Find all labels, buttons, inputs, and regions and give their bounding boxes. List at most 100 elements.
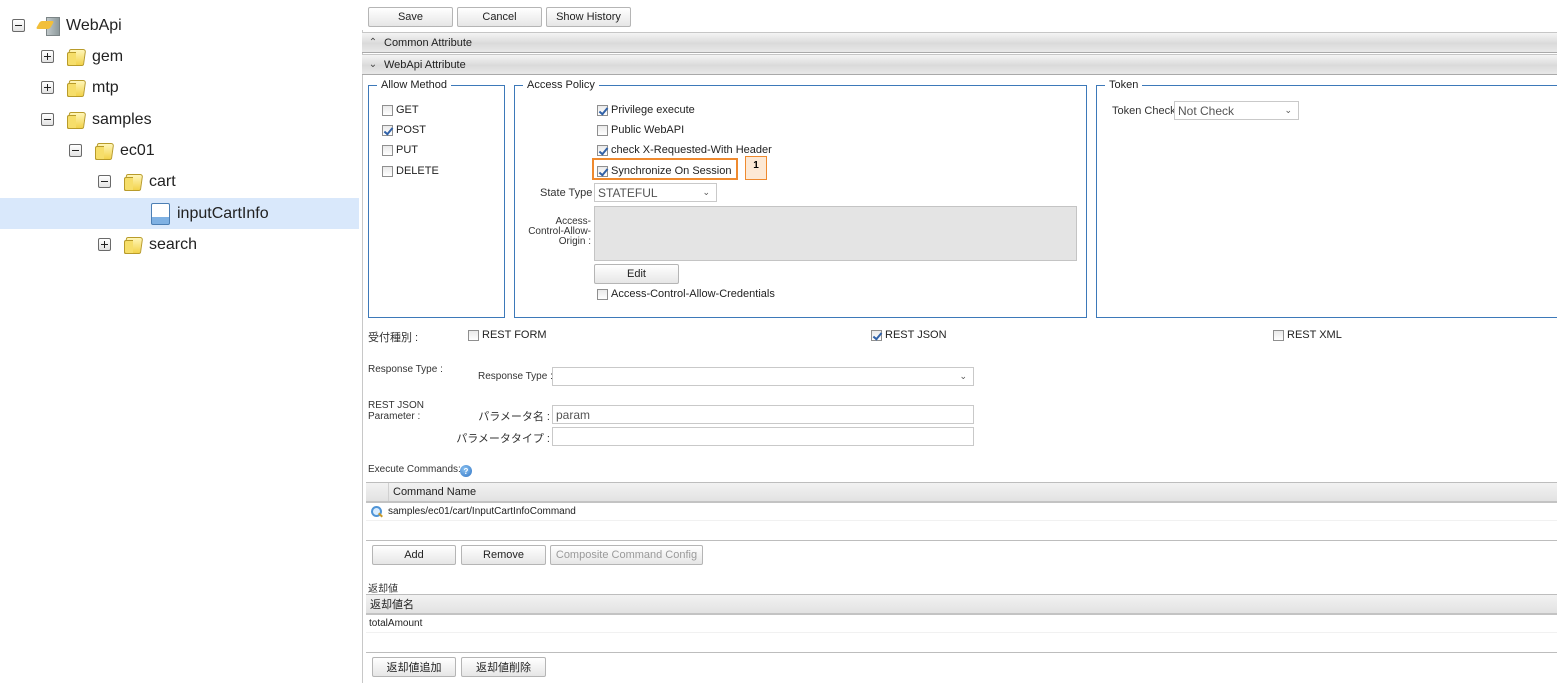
checkbox-box[interactable] [468,329,479,341]
put-checkbox[interactable]: PUT [382,144,418,156]
checkbox-box[interactable] [597,124,608,136]
access-policy-fieldset: Access Policy Privilege execute Public W… [514,79,1087,318]
return-value-name-cell: totalAmount [369,618,423,629]
tree-node-search[interactable]: search [98,229,197,260]
tree-node-mtp[interactable]: mtp [41,72,119,103]
folder-icon [124,236,144,254]
label-line: Parameter : [368,411,421,422]
tree-node-label: samples [92,110,152,128]
allow-credentials-checkbox[interactable]: Access-Control-Allow-Credentials [597,288,775,300]
response-type-select[interactable]: ⌄ [552,367,974,386]
tree-node-webapi[interactable]: WebApi [12,10,122,41]
remove-command-button[interactable]: Remove [461,545,546,565]
check-x-requested-with-checkbox[interactable]: check X-Requested-With Header [597,144,772,156]
remove-return-value-button[interactable]: 返却値削除 [461,657,546,677]
token-check-label: Token Check : [1112,105,1182,117]
checkbox-box[interactable] [871,329,882,341]
tree-node-gem[interactable]: gem [41,41,123,72]
access-control-allow-origin-field[interactable] [594,206,1077,261]
collapse-icon[interactable] [41,113,54,126]
rest-xml-checkbox[interactable]: REST XML [1273,329,1342,341]
folder-icon [67,79,87,97]
composite-command-config-button[interactable]: Composite Command Config [550,545,703,565]
checkbox-label: Access-Control-Allow-Credentials [611,288,775,300]
collapse-icon[interactable] [98,175,111,188]
webapi-detail-panel: Save Cancel Show History ⌃ Common Attrib… [362,0,1557,697]
help-icon[interactable]: ? [460,465,472,477]
post-checkbox[interactable]: POST [382,124,426,136]
rest-form-checkbox[interactable]: REST FORM [468,329,547,341]
rest-json-parameter-label: REST JSON Parameter : [368,400,424,422]
webapi-tree: WebApi gem mtp samples ec01 cart inputCa… [0,0,360,697]
public-webapi-checkbox[interactable]: Public WebAPI [597,124,684,136]
checkbox-label: Public WebAPI [611,124,685,136]
file-icon [151,202,170,225]
checkbox-box[interactable] [597,104,608,116]
expand-icon[interactable] [41,50,54,63]
add-return-value-button[interactable]: 返却値追加 [372,657,456,677]
tree-node-label: inputCartInfo [177,204,269,222]
param-name-input[interactable]: param [552,405,974,424]
edit-button[interactable]: Edit [594,264,679,284]
grid-header-spacer [366,483,389,501]
checkbox-box[interactable] [1273,329,1284,341]
table-row[interactable]: samples/ec01/cart/InputCartInfoCommand [366,503,1557,521]
fieldset-legend: Allow Method [377,79,452,92]
folder-open-icon [95,142,115,160]
checkbox-box[interactable] [382,124,393,136]
panel-left-border [362,30,363,683]
cancel-button[interactable]: Cancel [457,7,542,27]
privilege-execute-checkbox[interactable]: Privilege execute [597,104,695,116]
annotation-badge: 1 [745,156,767,180]
tree-node-label: search [149,235,198,253]
common-attribute-header[interactable]: ⌃ Common Attribute [362,32,1557,53]
chevron-up-icon: ⌃ [368,37,378,48]
label-line: REST JSON [368,400,424,411]
param-name-label: パラメータ名 : [478,411,550,423]
chevron-down-icon: ⌄ [702,187,710,197]
checkbox-box[interactable] [382,165,393,177]
section-title: WebApi Attribute [384,58,466,71]
annotation-highlight [592,158,738,180]
save-button[interactable]: Save [368,7,453,27]
param-type-input[interactable] [552,427,974,446]
expand-icon[interactable] [41,81,54,94]
checkbox-box[interactable] [382,144,393,156]
execute-commands-label: Execute Commands: [368,464,461,475]
add-command-button[interactable]: Add [372,545,456,565]
checkbox-box[interactable] [597,288,608,300]
rest-json-checkbox[interactable]: REST JSON [871,329,947,341]
checkbox-box[interactable] [597,144,608,156]
show-history-button[interactable]: Show History [546,7,631,27]
checkbox-box[interactable] [382,104,393,116]
tree-node-cart[interactable]: cart [98,166,176,197]
chevron-down-icon: ⌄ [959,371,967,381]
command-name-column-header[interactable]: Command Name [389,486,476,498]
token-check-select[interactable]: Not Check ⌄ [1174,101,1299,120]
webapi-icon [38,16,60,36]
checkbox-label: POST [396,124,426,136]
checkbox-label: Privilege execute [611,104,695,116]
allow-method-fieldset: Allow Method GET POST PUT DELETE [368,79,505,318]
collapse-icon[interactable] [69,144,82,157]
table-row[interactable]: totalAmount [366,615,1557,633]
checkbox-label: GET [396,104,419,116]
search-icon[interactable] [370,505,382,518]
delete-checkbox[interactable]: DELETE [382,165,439,177]
tree-node-inputcartinfo[interactable]: inputCartInfo [0,198,359,229]
collapse-icon[interactable] [12,19,25,32]
state-type-select[interactable]: STATEFUL ⌄ [594,183,717,202]
fieldset-legend: Token [1105,79,1143,92]
label-line: Origin : [558,236,591,247]
webapi-attribute-header[interactable]: ⌄ WebApi Attribute [362,54,1557,75]
return-values-grid: 返却値名 totalAmount [366,594,1557,653]
select-value: Not Check [1178,103,1235,118]
expand-icon[interactable] [98,238,111,251]
return-values-label: 返却値 [368,584,398,595]
return-value-name-column-header[interactable]: 返却値名 [366,596,414,612]
checkbox-label: REST XML [1287,329,1342,341]
tree-node-samples[interactable]: samples [41,104,152,135]
get-checkbox[interactable]: GET [382,104,419,116]
tree-node-ec01[interactable]: ec01 [69,135,155,166]
select-value: STATEFUL [598,185,658,200]
